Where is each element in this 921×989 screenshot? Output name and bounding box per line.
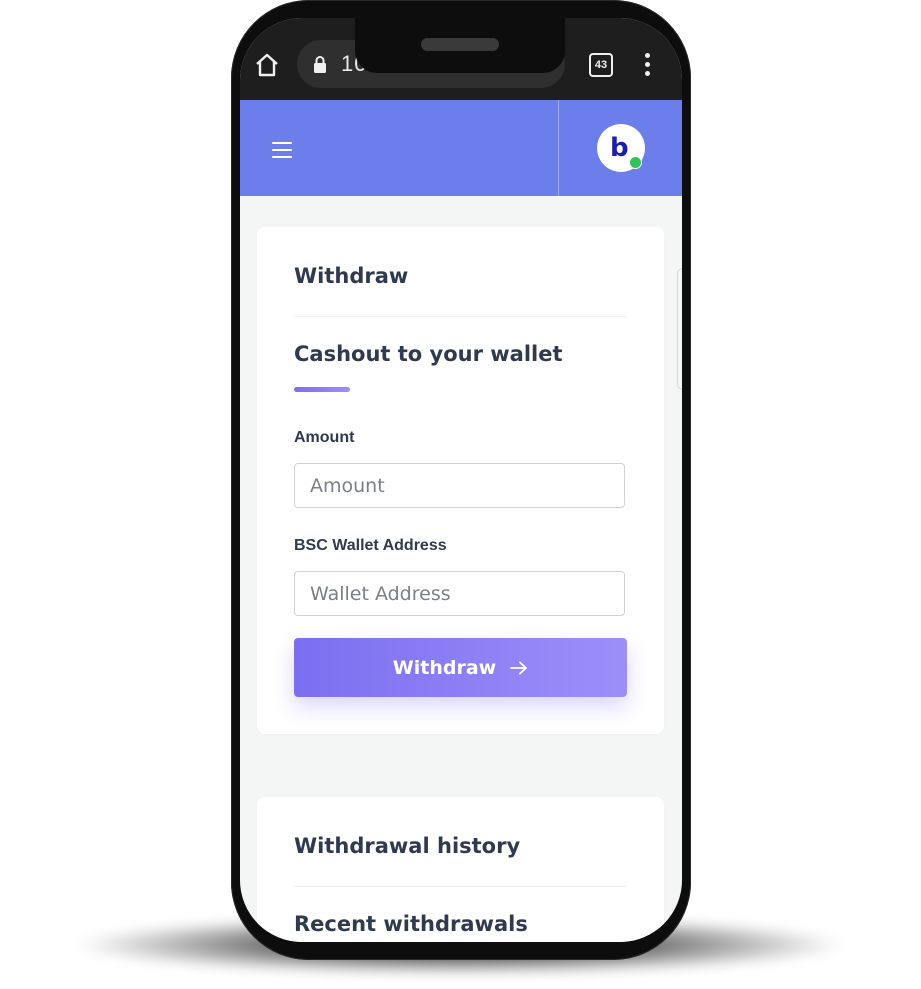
recent-withdrawals-title: Recent withdrawals bbox=[294, 912, 528, 936]
wallet-address-input[interactable] bbox=[294, 571, 625, 616]
withdraw-button[interactable]: Withdraw bbox=[294, 638, 627, 697]
home-icon[interactable] bbox=[254, 52, 280, 78]
phone-screen: 10 43 b Withdraw Cashout to your wallet … bbox=[240, 18, 682, 942]
hamburger-menu-icon[interactable] bbox=[272, 142, 292, 158]
more-vert-icon[interactable] bbox=[644, 53, 652, 77]
withdrawal-history-card: Withdrawal history Recent withdrawals bbox=[257, 797, 664, 942]
wallet-address-label: BSC Wallet Address bbox=[294, 537, 447, 554]
camera-notch bbox=[355, 18, 565, 73]
online-status-dot bbox=[629, 156, 642, 169]
card-divider bbox=[294, 886, 627, 887]
header-divider bbox=[558, 100, 559, 196]
lock-icon bbox=[314, 56, 326, 73]
arrow-right-icon bbox=[510, 661, 528, 674]
amount-label: Amount bbox=[294, 429, 355, 446]
card-divider bbox=[294, 316, 627, 317]
withdraw-button-label: Withdraw bbox=[392, 656, 497, 679]
tabs-icon[interactable]: 43 bbox=[589, 53, 613, 77]
earpiece-speaker bbox=[421, 38, 499, 51]
section-accent-bar bbox=[294, 387, 350, 392]
amount-input[interactable] bbox=[294, 463, 625, 508]
avatar[interactable]: b bbox=[597, 124, 645, 172]
side-scroll-handle bbox=[677, 268, 682, 390]
browser-toolbar: 10 43 bbox=[240, 18, 682, 100]
cashout-section-title: Cashout to your wallet bbox=[294, 342, 563, 366]
withdraw-card-title: Withdraw bbox=[294, 264, 409, 288]
history-card-title: Withdrawal history bbox=[294, 834, 521, 858]
avatar-logo: b bbox=[610, 133, 629, 163]
app-header: b bbox=[240, 100, 682, 196]
withdraw-card: Withdraw Cashout to your wallet Amount B… bbox=[257, 227, 664, 734]
